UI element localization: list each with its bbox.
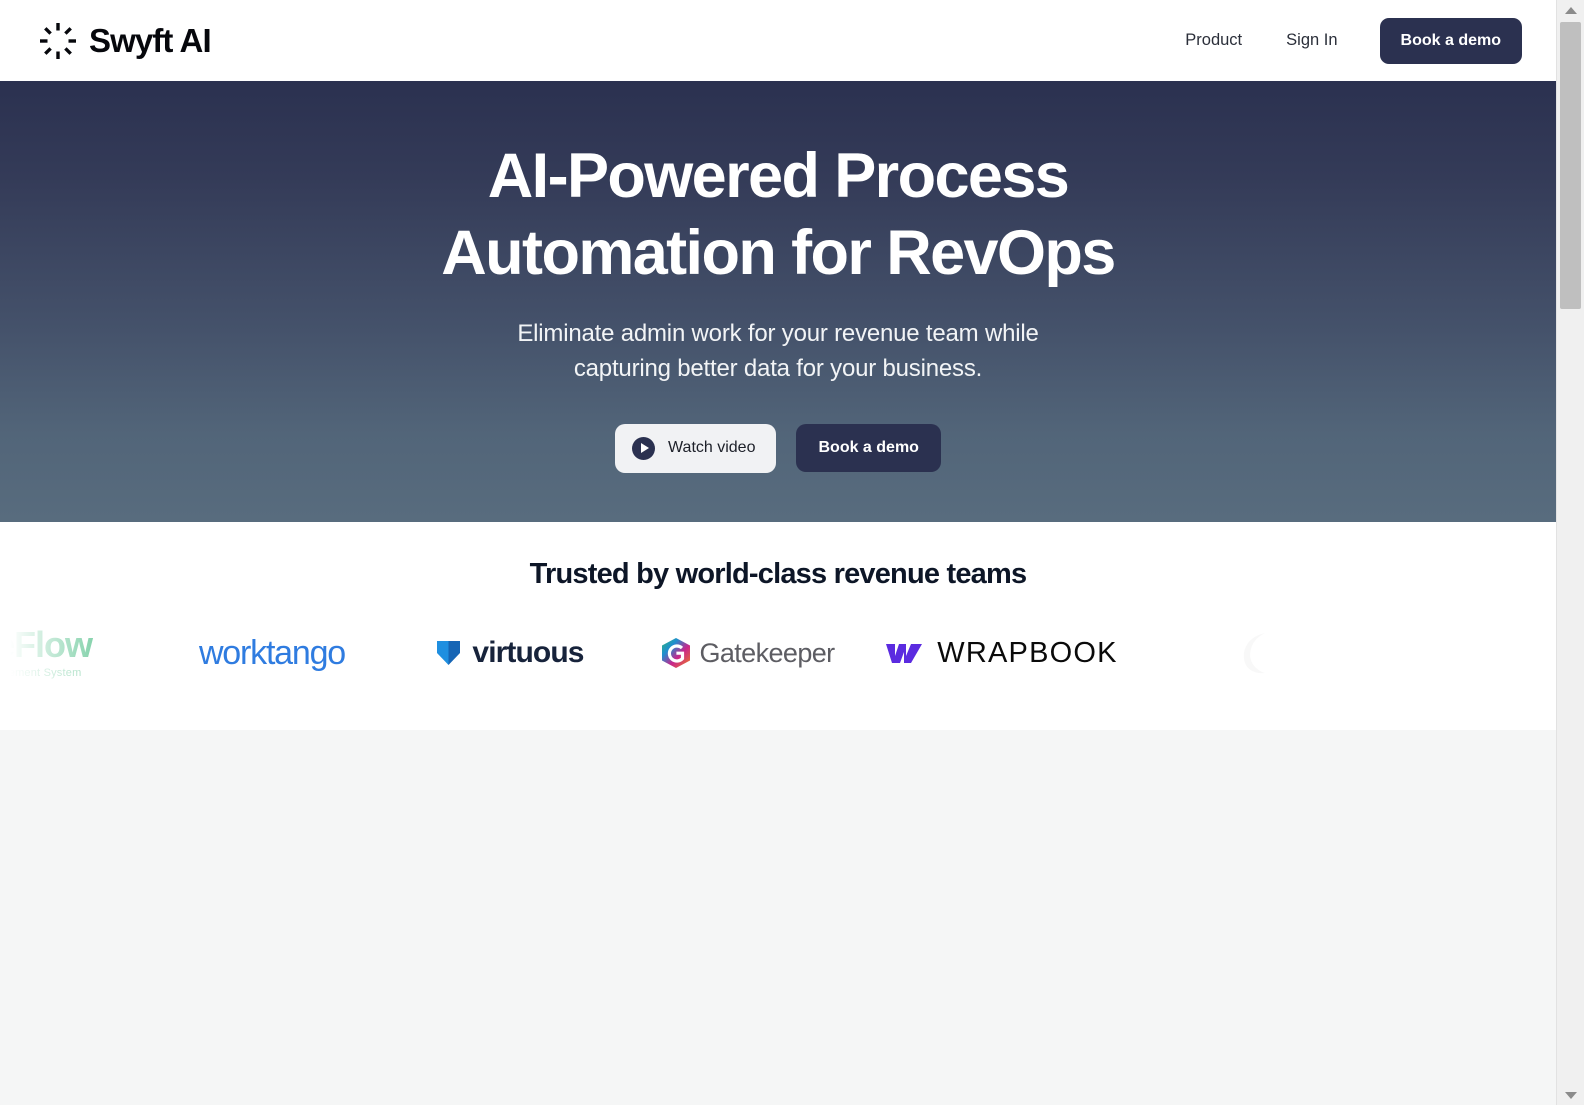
logo-item-virtuous: virtuous <box>391 613 629 693</box>
logo-track: eeFlow Placement System worktango <box>0 613 1375 693</box>
trusted-title: Trusted by world-class revenue teams <box>529 558 1027 590</box>
watch-video-label: Watch video <box>668 439 756 457</box>
sunburst-spinner-icon <box>36 19 80 63</box>
lower-section <box>0 730 1556 1105</box>
scroll-down-arrow-icon[interactable] <box>1557 1085 1584 1105</box>
logo-item-gatekeeper: Gatekeeper <box>629 613 867 693</box>
logo-item-partial <box>1137 613 1375 693</box>
page-viewport: Swyft AI Product Sign In Book a demo AI-… <box>0 0 1556 1105</box>
hero-actions: Watch video Book a demo <box>615 423 941 473</box>
wrapbook-mark-icon <box>886 642 923 664</box>
brand-logo[interactable]: Swyft AI <box>36 19 212 63</box>
hero-subtitle-line-1: Eliminate admin work for your revenue te… <box>517 319 1039 347</box>
eeflow-logo-text: eeFlow <box>0 624 93 665</box>
page-scrollbar[interactable] <box>1556 0 1584 1105</box>
book-demo-button-hero[interactable]: Book a demo <box>796 424 941 473</box>
book-demo-button-header[interactable]: Book a demo <box>1379 17 1522 64</box>
nav-item-sign-in[interactable]: Sign In <box>1264 32 1359 49</box>
logo-carousel: eeFlow Placement System worktango <box>0 613 1556 693</box>
hero-title-line-2: Automation for RevOps <box>441 217 1116 288</box>
carousel-fade-right <box>1426 613 1556 693</box>
scroll-up-arrow-icon[interactable] <box>1557 0 1584 20</box>
scrollbar-thumb[interactable] <box>1560 22 1581 309</box>
nav-item-product[interactable]: Product <box>1163 32 1264 49</box>
gatekeeper-logo-text: Gatekeeper <box>699 637 835 668</box>
logo-item-eeflow: eeFlow Placement System <box>0 613 153 693</box>
site-header: Swyft AI Product Sign In Book a demo <box>0 0 1556 81</box>
logo-item-wrapbook: WRAPBOOK <box>867 613 1137 693</box>
gatekeeper-mark-icon <box>661 637 691 669</box>
worktango-logo-text: worktango <box>198 634 346 672</box>
wrapbook-logo-text: WRAPBOOK <box>937 636 1118 669</box>
trusted-section: Trusted by world-class revenue teams eeF… <box>0 522 1556 730</box>
play-icon <box>632 436 656 460</box>
hero-subtitle: Eliminate admin work for your revenue te… <box>517 316 1038 387</box>
hero-title-line-1: AI-Powered Process <box>487 141 1070 211</box>
virtuous-logo-text: virtuous <box>472 636 584 669</box>
watch-video-button[interactable]: Watch video <box>615 423 777 473</box>
partial-logo-icon <box>1239 631 1273 675</box>
hero-section: AI-Powered Process Automation for RevOps… <box>0 81 1556 522</box>
virtuous-mark-icon <box>436 639 461 667</box>
hero-title: AI-Powered Process Automation for RevOps <box>441 138 1116 292</box>
hero-subtitle-line-2: capturing better data for your business. <box>573 355 983 383</box>
eeflow-logo-tagline: Placement System <box>0 667 82 679</box>
logo-item-worktango: worktango <box>153 613 391 693</box>
main-nav: Product Sign In Book a demo <box>1163 17 1522 64</box>
brand-name: Swyft AI <box>89 22 212 59</box>
